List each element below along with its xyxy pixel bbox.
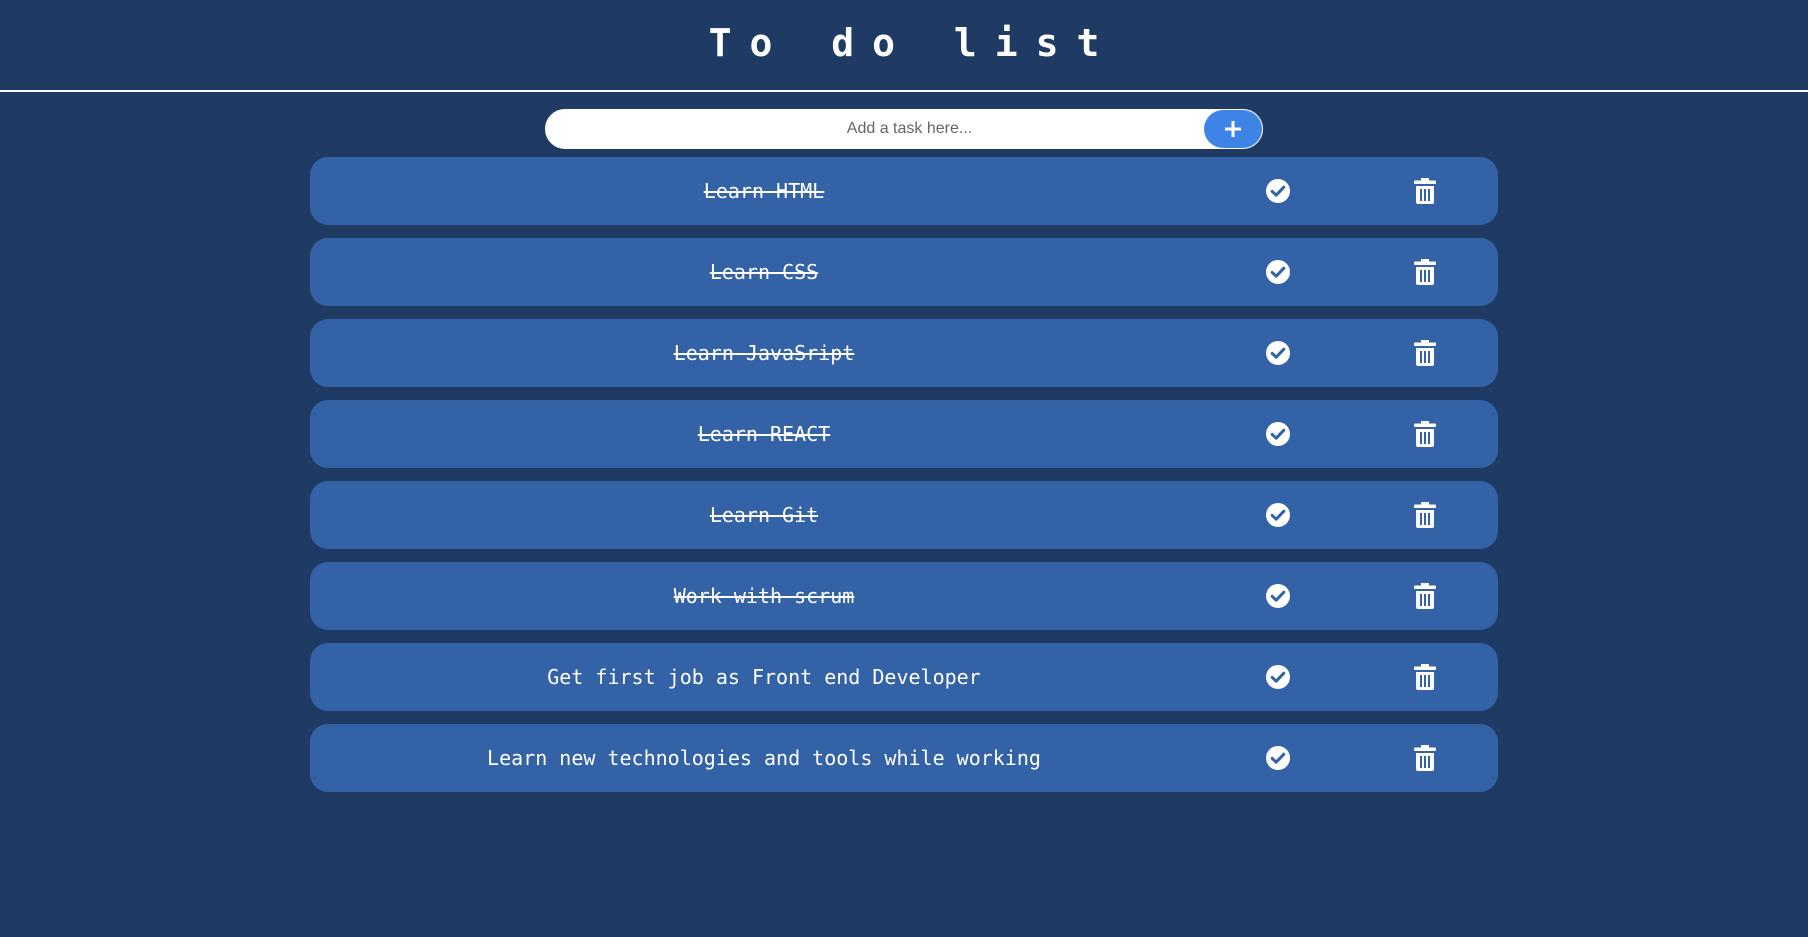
todo-item: Work with scrum	[310, 562, 1498, 630]
delete-button[interactable]	[1414, 178, 1436, 204]
trash-icon	[1414, 583, 1436, 609]
page-header: To do list	[0, 0, 1808, 92]
todo-text: Learn CSS	[709, 260, 819, 284]
todo-item: Get first job as Front end Developer	[310, 643, 1498, 711]
complete-button[interactable]	[1265, 502, 1291, 528]
complete-button[interactable]	[1265, 583, 1291, 609]
check-circle-icon	[1266, 665, 1290, 689]
delete-button[interactable]	[1414, 502, 1436, 528]
complete-button[interactable]	[1265, 421, 1291, 447]
trash-icon	[1414, 745, 1436, 771]
todo-text: Learn Git	[709, 503, 819, 527]
check-circle-icon	[1266, 422, 1290, 446]
complete-button[interactable]	[1265, 340, 1291, 366]
todo-item: Learn Git	[310, 481, 1498, 549]
delete-button[interactable]	[1414, 583, 1436, 609]
delete-button[interactable]	[1414, 340, 1436, 366]
check-circle-icon	[1266, 260, 1290, 284]
todo-item: Learn CSS	[310, 238, 1498, 306]
todo-list: Learn HTML Learn CSS Learn JavaSript Lea…	[310, 157, 1498, 792]
trash-icon	[1414, 664, 1436, 690]
todo-text: Get first job as Front end Developer	[547, 665, 981, 689]
check-circle-icon	[1266, 746, 1290, 770]
plus-icon	[1225, 121, 1241, 137]
todo-text: Learn HTML	[703, 179, 825, 203]
check-circle-icon	[1266, 341, 1290, 365]
complete-button[interactable]	[1265, 745, 1291, 771]
complete-button[interactable]	[1265, 664, 1291, 690]
todo-text: Learn new technologies and tools while w…	[487, 746, 1041, 770]
page-title: To do list	[708, 21, 1118, 65]
delete-button[interactable]	[1414, 421, 1436, 447]
complete-button[interactable]	[1265, 178, 1291, 204]
trash-icon	[1414, 502, 1436, 528]
check-circle-icon	[1266, 179, 1290, 203]
check-circle-icon	[1266, 503, 1290, 527]
todo-item: Learn JavaSript	[310, 319, 1498, 387]
add-task-input[interactable]	[547, 110, 1204, 148]
todo-text: Learn JavaSript	[673, 341, 855, 365]
trash-icon	[1414, 178, 1436, 204]
trash-icon	[1414, 340, 1436, 366]
add-task-form	[545, 109, 1263, 149]
todo-text: Work with scrum	[673, 584, 855, 608]
trash-icon	[1414, 259, 1436, 285]
todo-text: Learn REACT	[697, 422, 831, 446]
todo-item: Learn REACT	[310, 400, 1498, 468]
delete-button[interactable]	[1414, 259, 1436, 285]
check-circle-icon	[1266, 584, 1290, 608]
todo-item: Learn HTML	[310, 157, 1498, 225]
trash-icon	[1414, 421, 1436, 447]
add-task-row	[0, 109, 1808, 149]
delete-button[interactable]	[1414, 664, 1436, 690]
complete-button[interactable]	[1265, 259, 1291, 285]
delete-button[interactable]	[1414, 745, 1436, 771]
todo-item: Learn new technologies and tools while w…	[310, 724, 1498, 792]
add-task-button[interactable]	[1204, 110, 1262, 148]
